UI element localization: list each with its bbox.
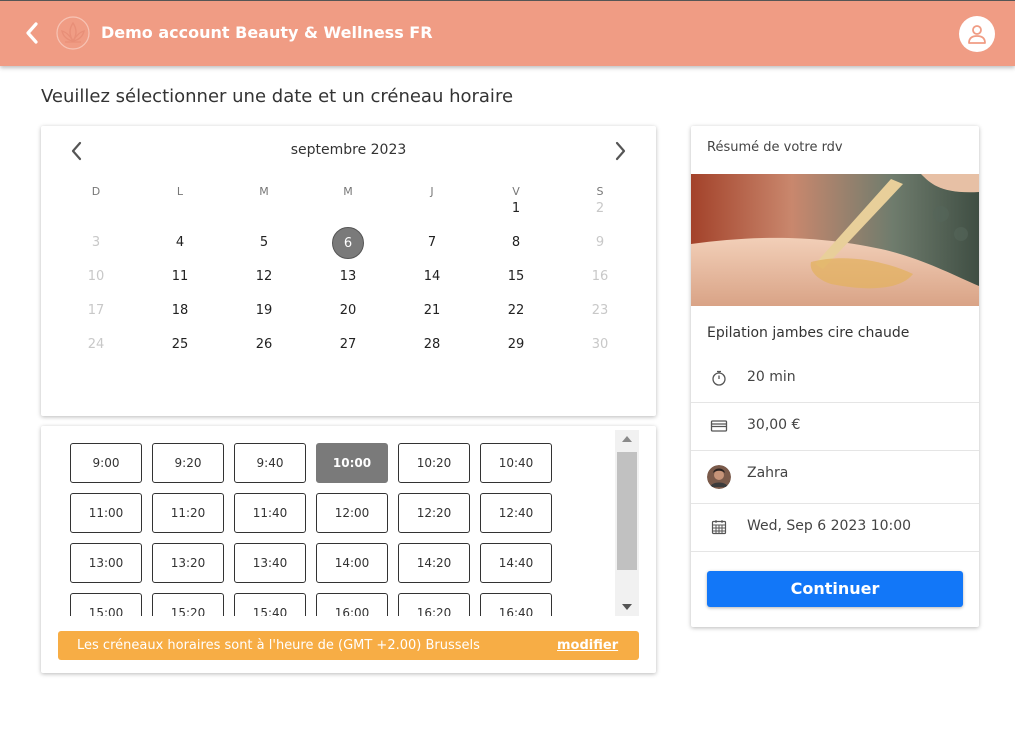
calendar-day[interactable]: 29 xyxy=(500,329,532,361)
calendar-day[interactable]: 7 xyxy=(416,227,448,259)
continue-button[interactable]: Continuer xyxy=(707,571,963,607)
calendar-day: 9 xyxy=(595,235,605,250)
weekday-label: L xyxy=(176,185,184,198)
calendar-day[interactable]: 28 xyxy=(416,329,448,361)
datetime-row: Wed, Sep 6 2023 10:00 xyxy=(691,504,979,552)
credit-card-icon xyxy=(710,417,728,435)
triangle-down-icon xyxy=(622,604,632,610)
modify-timezone-link[interactable]: modifier xyxy=(557,638,618,653)
slots-scrollbar[interactable] xyxy=(615,430,639,616)
time-slot[interactable]: 13:20 xyxy=(152,543,224,583)
appointment-summary: Résumé de votre rdv Epilation jambes cir… xyxy=(691,126,979,627)
time-slot[interactable]: 10:40 xyxy=(480,443,552,483)
time-slot[interactable]: 16:00 xyxy=(316,593,388,616)
calendar-day[interactable]: 13 xyxy=(332,261,364,293)
staff-row: Zahra xyxy=(691,451,979,504)
price-row: 30,00 € xyxy=(691,403,979,451)
time-slot[interactable]: 11:00 xyxy=(70,493,142,533)
calendar-day[interactable]: 25 xyxy=(164,329,196,361)
calendar-day[interactable]: 11 xyxy=(164,261,196,293)
time-slot[interactable]: 9:40 xyxy=(234,443,306,483)
calendar-day[interactable]: 12 xyxy=(248,261,280,293)
calendar-day[interactable]: 18 xyxy=(164,295,196,327)
time-slot[interactable]: 14:20 xyxy=(398,543,470,583)
profile-button[interactable] xyxy=(959,16,995,52)
calendar-day[interactable]: 20 xyxy=(332,295,364,327)
avatar xyxy=(707,465,731,489)
calendar-day[interactable]: 21 xyxy=(416,295,448,327)
time-slots-card: 9:00 9:20 9:40 10:00 10:20 10:40 11:00 11:20 11:… xyxy=(41,426,656,673)
time-slot[interactable]: 15:00 xyxy=(70,593,142,616)
calendar-day: 2 xyxy=(595,201,605,216)
time-slot[interactable]: 11:20 xyxy=(152,493,224,533)
time-slot[interactable]: 16:20 xyxy=(398,593,470,616)
calendar-day[interactable]: 27 xyxy=(332,329,364,361)
time-slot[interactable]: 9:20 xyxy=(152,443,224,483)
time-slot[interactable]: 13:40 xyxy=(234,543,306,583)
scroll-down-button[interactable] xyxy=(615,598,639,616)
weekday-label: J xyxy=(430,185,434,198)
calendar-day: 23 xyxy=(591,303,609,318)
staff-name: Zahra xyxy=(747,465,789,481)
scroll-thumb[interactable] xyxy=(617,452,637,570)
service-photo xyxy=(691,174,979,306)
scroll-up-button[interactable] xyxy=(615,430,639,448)
calendar-day-selected[interactable]: 6 xyxy=(332,227,364,259)
stopwatch-icon xyxy=(710,369,728,387)
calendar-card: septembre 2023 D L M M J V S 1 2 3 4 5 6 7 8 9 10 11 12 13 1… xyxy=(41,126,656,416)
calendar-icon xyxy=(710,518,728,536)
calendar-day[interactable]: 1 xyxy=(500,193,532,225)
time-slot[interactable]: 12:20 xyxy=(398,493,470,533)
time-slot[interactable]: 10:20 xyxy=(398,443,470,483)
time-slot[interactable]: 15:40 xyxy=(234,593,306,616)
time-slot[interactable]: 15:20 xyxy=(152,593,224,616)
chevron-left-icon xyxy=(26,22,38,44)
app-title: Demo account Beauty & Wellness FR xyxy=(101,23,433,42)
weekday-label: M xyxy=(343,185,353,198)
calendar-day: 10 xyxy=(87,269,105,284)
calendar-day[interactable]: 14 xyxy=(416,261,448,293)
triangle-up-icon xyxy=(622,436,632,442)
top-bar: Demo account Beauty & Wellness FR xyxy=(0,0,1015,66)
calendar-day[interactable]: 19 xyxy=(248,295,280,327)
time-slot[interactable]: 12:40 xyxy=(480,493,552,533)
timezone-note-text: Les créneaux horaires sont à l'heure de … xyxy=(77,638,480,653)
time-slot[interactable]: 14:40 xyxy=(480,543,552,583)
calendar-day: 30 xyxy=(591,337,609,352)
time-slot[interactable]: 16:40 xyxy=(480,593,552,616)
time-slot[interactable]: 14:00 xyxy=(316,543,388,583)
timezone-note: Les créneaux horaires sont à l'heure de … xyxy=(58,631,639,660)
calendar-day: 17 xyxy=(87,303,105,318)
back-button[interactable] xyxy=(20,19,44,47)
calendar-day: 24 xyxy=(87,337,105,352)
time-slot[interactable]: 13:00 xyxy=(70,543,142,583)
page-heading: Veuillez sélectionner une date et un cré… xyxy=(41,86,514,107)
calendar-day[interactable]: 26 xyxy=(248,329,280,361)
duration-row: 20 min xyxy=(691,355,979,403)
weekday-label: M xyxy=(259,185,269,198)
calendar-day[interactable]: 8 xyxy=(500,227,532,259)
price-value: 30,00 € xyxy=(747,417,801,433)
service-name: Epilation jambes cire chaude xyxy=(707,325,910,341)
time-slot[interactable]: 11:40 xyxy=(234,493,306,533)
next-month-button[interactable] xyxy=(608,138,632,164)
calendar-day: 3 xyxy=(91,235,101,250)
appointment-datetime: Wed, Sep 6 2023 10:00 xyxy=(747,518,912,534)
calendar-day[interactable]: 22 xyxy=(500,295,532,327)
time-slot-selected[interactable]: 10:00 xyxy=(316,443,388,483)
duration-value: 20 min xyxy=(747,369,796,385)
user-icon xyxy=(968,25,986,44)
time-slot[interactable]: 9:00 xyxy=(70,443,142,483)
summary-title: Résumé de votre rdv xyxy=(707,140,843,155)
weekday-label: D xyxy=(91,185,101,198)
time-slots-list: 9:00 9:20 9:40 10:00 10:20 10:40 11:00 11:20 11:… xyxy=(41,426,641,616)
chevron-right-icon xyxy=(615,141,626,161)
calendar-day: 16 xyxy=(591,269,609,284)
calendar-day[interactable]: 5 xyxy=(248,227,280,259)
calendar-day[interactable]: 15 xyxy=(500,261,532,293)
time-slot[interactable]: 12:00 xyxy=(316,493,388,533)
month-label: septembre 2023 xyxy=(290,142,407,158)
lotus-logo-icon xyxy=(56,16,90,50)
calendar-day[interactable]: 4 xyxy=(164,227,196,259)
